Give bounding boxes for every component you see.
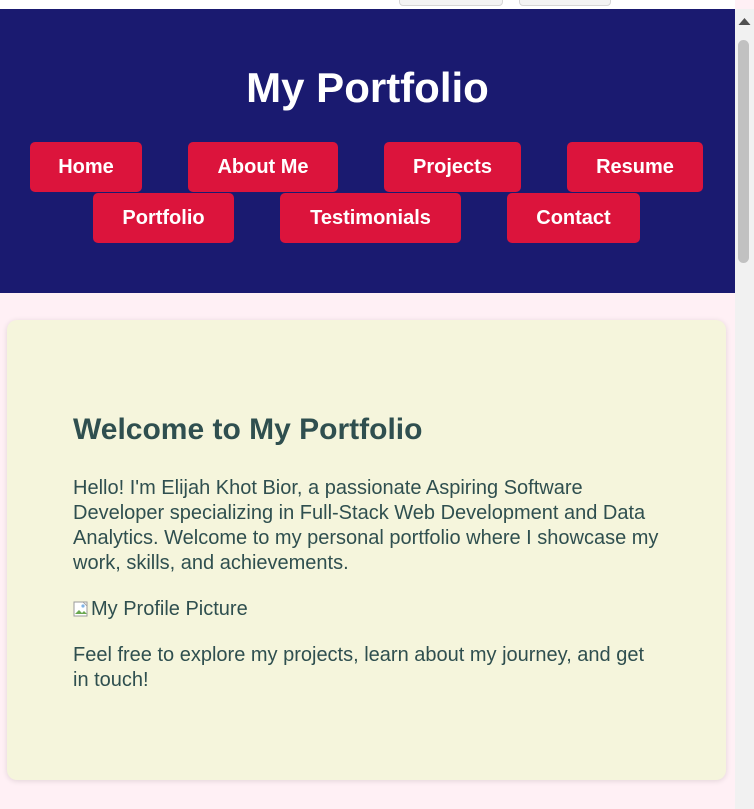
- nav-projects-button[interactable]: Projects: [384, 142, 521, 192]
- nav-home-button[interactable]: Home: [30, 142, 142, 192]
- browser-tab[interactable]: [519, 0, 611, 6]
- nav-testimonials-button[interactable]: Testimonials: [280, 193, 461, 243]
- intro-paragraph: Hello! I'm Elijah Khot Bior, a passionat…: [73, 477, 659, 574]
- broken-image-icon: [73, 601, 88, 617]
- outro-paragraph: Feel free to explore my projects, learn …: [73, 644, 645, 691]
- arrow-up-icon[interactable]: [735, 12, 754, 32]
- site-title: My Portfolio: [246, 64, 489, 111]
- profile-picture-alt-text: My Profile Picture: [91, 598, 248, 620]
- browser-tab[interactable]: [399, 0, 503, 6]
- nav-portfolio-button[interactable]: Portfolio: [93, 193, 234, 243]
- nav-about-me-button[interactable]: About Me: [188, 142, 338, 192]
- browser-top-strip: [0, 0, 735, 9]
- nav-resume-button[interactable]: Resume: [567, 142, 703, 192]
- site-header: My Portfolio Home About Me Projects Resu…: [0, 9, 735, 293]
- profile-picture: My Profile Picture: [73, 597, 248, 621]
- nav-contact-button[interactable]: Contact: [507, 193, 640, 243]
- scrollbar-thumb[interactable]: [738, 40, 749, 263]
- welcome-card: Welcome to My Portfolio Hello! I'm Elija…: [7, 320, 726, 780]
- welcome-heading: Welcome to My Portfolio: [73, 413, 423, 446]
